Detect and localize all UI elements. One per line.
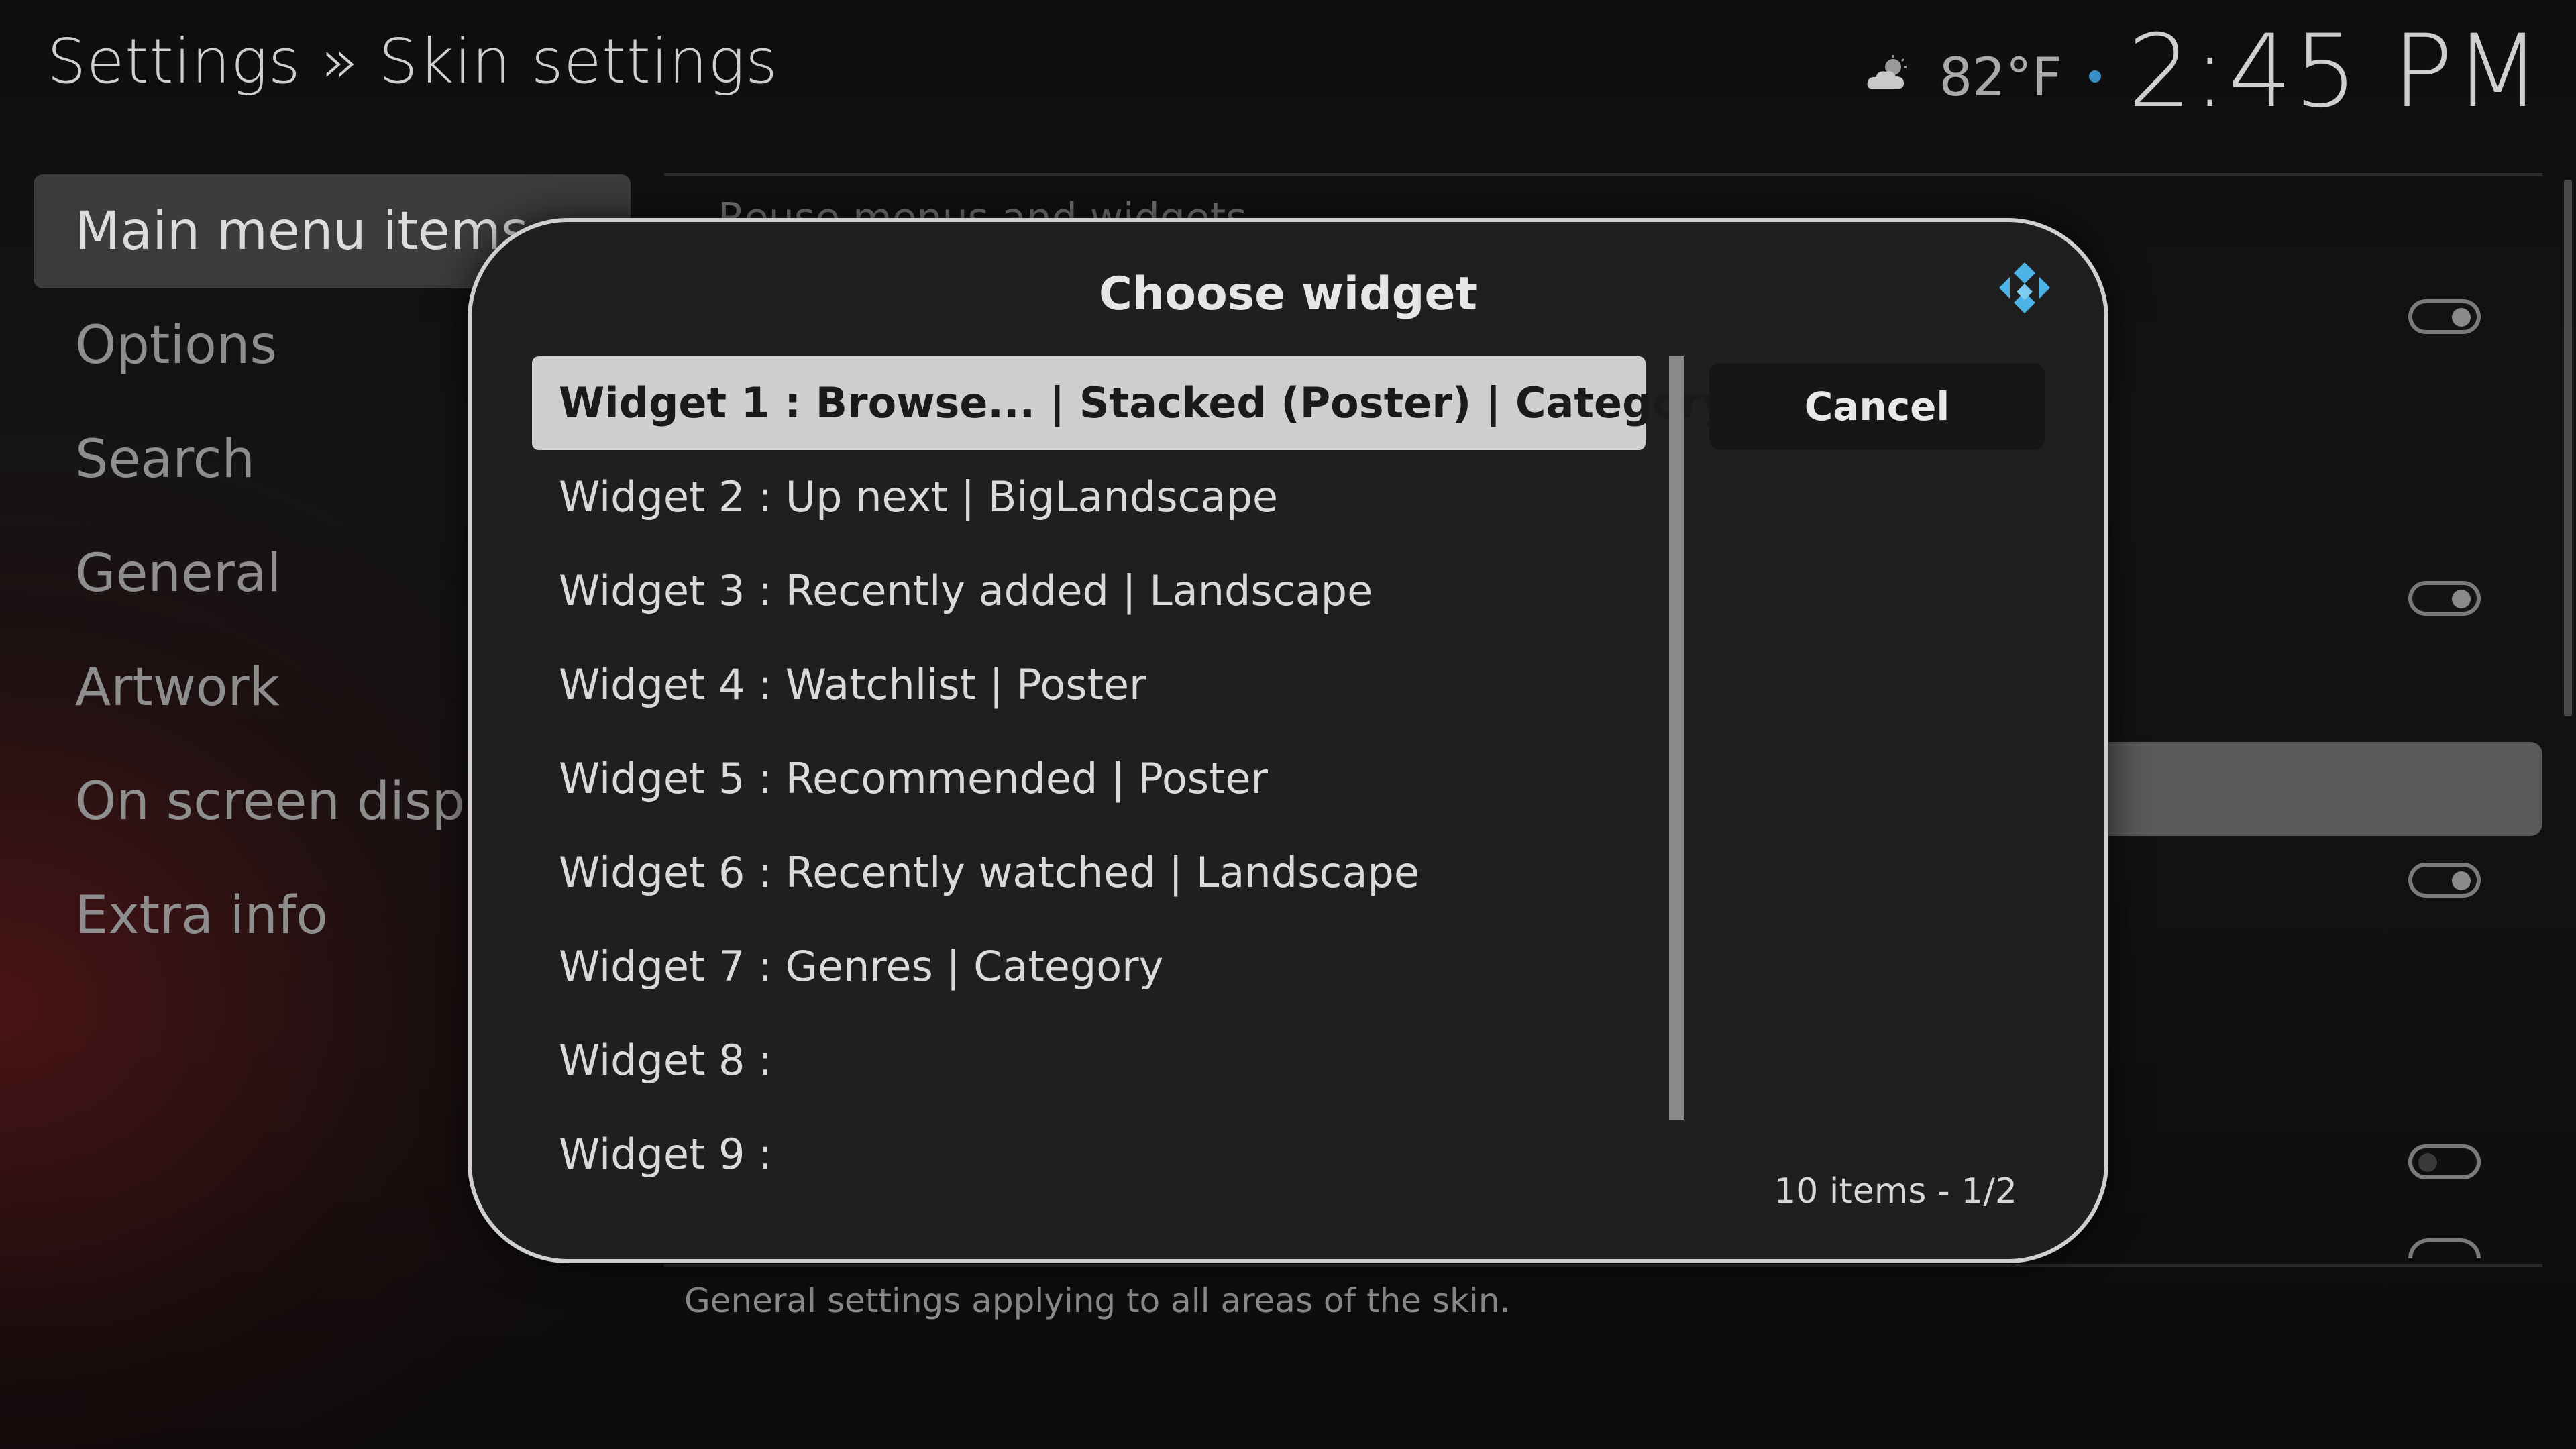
list-item[interactable]: Widget 5 : Recommended | Poster (532, 732, 1646, 826)
item-count: 10 items - 1/2 (1774, 1171, 2017, 1212)
list-item[interactable]: Widget 4 : Watchlist | Poster (532, 638, 1646, 732)
list-item[interactable]: Widget 3 : Recently added | Landscape (532, 544, 1646, 638)
cancel-button[interactable]: Cancel (1709, 363, 2045, 450)
list-item[interactable]: Widget 1 : Browse... | Stacked (Poster) … (532, 356, 1728, 450)
widget-list: Widget 1 : Browse... | Stacked (Poster) … (532, 356, 1728, 1201)
clock: 2:45 PM (2127, 13, 2542, 130)
list-item[interactable]: Widget 7 : Genres | Category (532, 920, 1646, 1014)
list-item[interactable]: Widget 2 : Up next | BigLandscape (532, 450, 1646, 544)
toggle-switch[interactable] (2408, 1144, 2481, 1179)
list-scrollbar[interactable] (1669, 356, 1684, 1120)
temperature: 82°F (1939, 48, 2062, 108)
toggle-switch[interactable] (2408, 299, 2481, 334)
kodi-logo-icon (1999, 262, 2050, 313)
focused-setting-row[interactable] (2080, 742, 2542, 836)
toggle-knob (2418, 1153, 2437, 1172)
setting-description: General settings applying to all areas o… (684, 1281, 1511, 1320)
toggle-knob (2452, 308, 2471, 327)
toggle-switch[interactable] (2408, 581, 2481, 616)
list-item[interactable]: Widget 8 : (532, 1014, 1646, 1108)
settings-scrollbar[interactable] (2564, 180, 2572, 716)
panel-divider-top (664, 173, 2542, 176)
toggle-switch-partial[interactable] (2408, 1238, 2481, 1258)
panel-divider-bottom (664, 1264, 2542, 1267)
toggle-switch[interactable] (2408, 863, 2481, 898)
list-item[interactable]: Widget 6 : Recently watched | Landscape (532, 826, 1646, 920)
toggle-knob (2452, 871, 2471, 890)
header-status: 82°F 2:45 PM (1865, 13, 2542, 130)
dialog-title: Choose widget (1098, 268, 1478, 321)
separator-dot (2088, 70, 2101, 83)
partly-cloudy-icon (1868, 55, 1907, 89)
list-item[interactable]: Widget 9 : (532, 1108, 1646, 1201)
breadcrumb: Settings » Skin settings (47, 25, 778, 97)
toggle-knob (2452, 590, 2471, 608)
choose-widget-dialog: Choose widget Widget 1 : Browse... | Sta… (468, 218, 2108, 1263)
